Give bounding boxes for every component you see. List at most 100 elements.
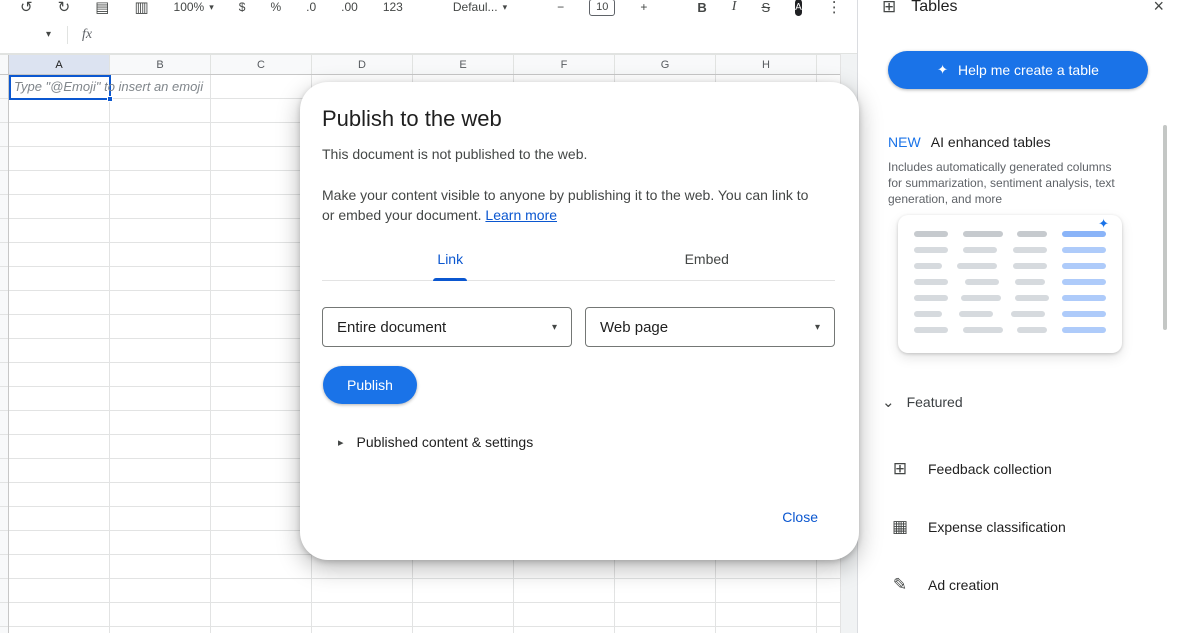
font-name: Defaul...	[453, 0, 498, 14]
illustration-row	[914, 295, 1106, 301]
column-headers: A B C D E F G H	[0, 54, 840, 75]
italic-button[interactable]: I	[732, 0, 737, 15]
new-badge: NEW	[888, 134, 921, 150]
font-select[interactable]: Defaul... ▾	[453, 0, 507, 14]
illustration-bar	[961, 295, 1001, 301]
description-text: Make your content visible to anyone by p…	[322, 187, 808, 223]
illustration-row	[914, 311, 1106, 317]
published-content-settings-expander[interactable]: ▸ Published content & settings	[338, 434, 533, 450]
illustration-row	[914, 231, 1106, 237]
illustration-bar-blue	[1062, 295, 1106, 301]
name-box-dropdown-icon[interactable]: ▾	[46, 29, 51, 40]
publish-to-web-dialog: Publish to the web This document is not …	[300, 82, 859, 560]
format-select-value: Web page	[600, 319, 668, 336]
sidebar-item-expense-classification[interactable]: ▦ Expense classification	[858, 498, 1178, 556]
sidebar-scrollbar[interactable]	[1163, 125, 1167, 330]
currency-format-button[interactable]: $	[239, 0, 246, 14]
sidebar-close-icon[interactable]: ×	[1153, 0, 1164, 17]
zoom-select[interactable]: 100% ▾	[174, 0, 214, 14]
percent-format-button[interactable]: %	[270, 0, 281, 14]
font-size-input[interactable]: 10	[589, 0, 615, 16]
content-select[interactable]: Entire document ▾	[322, 307, 572, 347]
print-icon[interactable]: ▤	[95, 0, 109, 16]
sidebar-item-ad-creation[interactable]: ✎ Ad creation	[858, 556, 1178, 614]
illustration-row	[914, 327, 1106, 333]
illustration-bar	[914, 311, 942, 317]
column-header-g[interactable]: G	[615, 55, 716, 74]
column-header-d[interactable]: D	[312, 55, 413, 74]
column-header-b[interactable]: B	[110, 55, 211, 74]
formula-bar-divider	[67, 26, 68, 44]
illustration-row	[914, 247, 1106, 253]
redo-icon[interactable]: ↻	[58, 0, 71, 16]
column-header-e[interactable]: E	[413, 55, 514, 74]
column-header-a[interactable]: A	[9, 55, 110, 74]
increase-decimal-button[interactable]: .00	[341, 0, 358, 14]
paint-format-icon[interactable]: ▥	[134, 0, 148, 16]
item-label: Feedback collection	[928, 461, 1052, 477]
more-icon[interactable]: ⋮	[827, 0, 842, 16]
featured-label: Featured	[907, 394, 963, 410]
chevron-down-icon: ▾	[503, 2, 508, 13]
decrease-font-size-button[interactable]: −	[557, 0, 564, 14]
fx-label: fx	[82, 27, 92, 43]
chevron-down-icon: ▾	[552, 322, 557, 333]
illustration-bar	[959, 311, 993, 317]
ai-tables-illustration: ✦	[898, 215, 1122, 353]
sidebar-item-feedback-collection[interactable]: ⊞ Feedback collection	[858, 440, 1178, 498]
illustration-bar	[914, 295, 948, 301]
dialog-close-link[interactable]: Close	[782, 509, 818, 525]
a1-hint-text: Type "@Emoji" to insert an emoji	[14, 79, 203, 94]
select-all-corner[interactable]	[0, 55, 9, 74]
app: ↺ ↻ ▤ ▥ 100% ▾ $ % .0 .00 123 Defaul... …	[0, 0, 1178, 633]
illustration-bar	[1017, 231, 1047, 237]
illustration-bar	[963, 327, 1003, 333]
ai-tables-heading: NEW AI enhanced tables	[888, 134, 1051, 150]
illustration-bar	[914, 279, 948, 285]
bold-button[interactable]: B	[697, 0, 706, 15]
text-color-button[interactable]: A	[795, 0, 802, 16]
illustration-bar-blue	[1062, 247, 1106, 253]
sparkle-icon: ✦	[937, 62, 948, 78]
illustration-bar	[1015, 279, 1045, 285]
ai-tables-title: AI enhanced tables	[931, 134, 1051, 150]
illustration-bar-blue	[1062, 327, 1106, 333]
featured-section-toggle[interactable]: ⌄ Featured	[882, 393, 963, 411]
row-headers[interactable]	[0, 75, 9, 633]
formula-bar: ▾ fx	[0, 16, 857, 54]
illustration-row	[914, 279, 1106, 285]
publish-options: Entire document ▾ Web page ▾	[322, 307, 835, 347]
learn-more-link[interactable]: Learn more	[485, 207, 557, 223]
content-select-value: Entire document	[337, 319, 446, 336]
tab-embed[interactable]: Embed	[579, 237, 836, 280]
illustration-row	[914, 263, 1106, 269]
selection-handle[interactable]	[107, 96, 113, 102]
cta-label: Help me create a table	[958, 62, 1099, 78]
illustration-bar-blue	[1062, 279, 1106, 285]
decrease-decimal-button[interactable]: .0	[306, 0, 316, 14]
item-label: Expense classification	[928, 519, 1066, 535]
tab-link[interactable]: Link	[322, 237, 579, 280]
expander-label: Published content & settings	[357, 434, 534, 450]
number-format-button[interactable]: 123	[383, 0, 403, 14]
help-me-create-table-button[interactable]: ✦ Help me create a table	[888, 51, 1148, 89]
illustration-bars	[914, 231, 1106, 333]
column-header-h[interactable]: H	[716, 55, 817, 74]
sparkle-icon: ✦	[1098, 216, 1109, 232]
format-select[interactable]: Web page ▾	[585, 307, 835, 347]
item-label: Ad creation	[928, 577, 999, 593]
illustration-bar-blue	[1062, 263, 1106, 269]
publish-status-text: This document is not published to the we…	[322, 146, 587, 162]
active-tab-indicator	[433, 278, 467, 281]
illustration-bar	[914, 327, 948, 333]
cell-a1[interactable]: Type "@Emoji" to insert an emoji	[9, 75, 111, 100]
column-header-c[interactable]: C	[211, 55, 312, 74]
column-header-f[interactable]: F	[514, 55, 615, 74]
publish-button[interactable]: Publish	[323, 366, 417, 404]
strikethrough-button[interactable]: S	[761, 0, 770, 15]
increase-font-size-button[interactable]: +	[640, 0, 647, 14]
illustration-bar-blue	[1062, 311, 1106, 317]
feedback-collection-icon: ⊞	[890, 459, 910, 479]
illustration-bar	[914, 231, 948, 237]
undo-icon[interactable]: ↺	[20, 0, 33, 16]
